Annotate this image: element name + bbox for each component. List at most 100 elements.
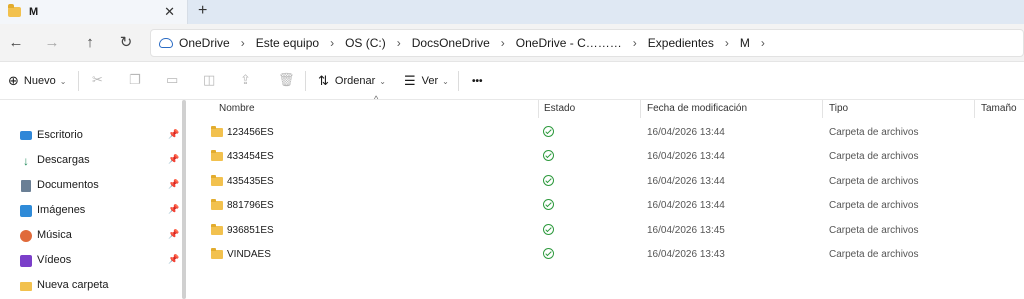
file-date: 16/04/2026 13:44 — [647, 176, 725, 187]
file-type: Carpeta de archivos — [829, 200, 919, 211]
column-header-estado[interactable]: Estado — [544, 103, 575, 114]
table-row[interactable]: 123456ES 16/04/2026 13:44 Carpeta de arc… — [192, 121, 1024, 145]
chevron-right-icon[interactable]: › — [397, 36, 401, 50]
file-type: Carpeta de archivos — [829, 127, 919, 138]
sidebar-item-musica[interactable]: Música 📌 — [0, 225, 182, 247]
table-row[interactable]: 435435ES 16/04/2026 13:44 Carpeta de arc… — [192, 170, 1024, 194]
view-button[interactable]: ☰ Ver ⌄ — [404, 72, 449, 90]
folder-icon — [8, 4, 21, 17]
table-row[interactable]: VINDAES 16/04/2026 13:43 Carpeta de arch… — [192, 243, 1024, 267]
sync-status-check-icon — [543, 175, 554, 186]
onedrive-cloud-icon — [159, 38, 173, 48]
file-name: 936851ES — [227, 225, 274, 236]
view-button-label: Ver — [421, 75, 439, 87]
chevron-right-icon[interactable]: › — [330, 36, 334, 50]
folder-icon — [211, 224, 223, 235]
back-arrow-icon[interactable]: ← — [6, 33, 26, 53]
breadcrumb-onedrive[interactable]: OneDrive — [179, 36, 230, 50]
address-bar[interactable]: OneDrive › Este equipo › OS (C:) › DocsO… — [150, 29, 1024, 57]
file-name: 881796ES — [227, 200, 274, 211]
breadcrumb-expedientes[interactable]: Expedientes — [648, 36, 714, 50]
chevron-right-icon[interactable]: › — [501, 36, 505, 50]
tab-current-folder[interactable]: M ✕ — [0, 0, 188, 24]
pin-icon: 📌 — [168, 229, 180, 239]
table-row[interactable]: 936851ES 16/04/2026 13:45 Carpeta de arc… — [192, 219, 1024, 243]
divider — [458, 71, 459, 91]
sync-status-check-icon — [543, 150, 554, 161]
file-type: Carpeta de archivos — [829, 151, 919, 162]
up-arrow-icon[interactable]: ↑ — [80, 33, 100, 53]
sync-status-check-icon — [543, 199, 554, 210]
column-divider[interactable] — [640, 100, 641, 118]
tab-title: M — [29, 6, 39, 18]
pictures-icon — [20, 205, 32, 217]
pin-icon: 📌 — [168, 129, 180, 139]
tab-bar: M ✕ + — [0, 0, 1024, 24]
folder-icon — [211, 199, 223, 210]
file-date: 16/04/2026 13:44 — [647, 151, 725, 162]
breadcrumb-m[interactable]: M — [740, 36, 750, 50]
view-list-icon: ☰ — [404, 73, 416, 88]
sidebar-item-imagenes[interactable]: Imágenes 📌 — [0, 200, 182, 222]
chevron-down-icon: ⌄ — [379, 76, 386, 86]
breadcrumb-docsonedrive[interactable]: DocsOneDrive — [412, 36, 490, 50]
chevron-right-icon[interactable]: › — [725, 36, 729, 50]
sidebar-scrollbar[interactable] — [182, 100, 186, 299]
copy-icon[interactable]: ❐ — [129, 72, 141, 88]
folder-icon — [211, 248, 223, 259]
sort-button-label: Ordenar — [334, 75, 376, 87]
file-type: Carpeta de archivos — [829, 249, 919, 260]
chevron-down-icon: ⌄ — [442, 76, 449, 86]
delete-icon[interactable]: 🗑 — [278, 72, 295, 88]
paste-icon[interactable]: ▭ — [166, 72, 178, 88]
forward-arrow-icon[interactable]: → — [42, 33, 62, 53]
desktop-icon — [20, 131, 32, 140]
cut-icon[interactable]: ✂ — [92, 72, 103, 88]
pin-icon: 📌 — [168, 204, 180, 214]
new-tab-button[interactable]: + — [198, 2, 207, 20]
sidebar-item-label: Documentos — [37, 179, 99, 191]
chevron-right-icon[interactable]: › — [241, 36, 245, 50]
file-name: 435435ES — [227, 176, 274, 187]
new-button[interactable]: ⊕ Nuevo ⌄ — [8, 72, 66, 90]
sidebar-item-documentos[interactable]: Documentos 📌 — [0, 175, 182, 197]
breadcrumb-onedrive-org[interactable]: OneDrive - C……… — [516, 36, 622, 50]
sort-button[interactable]: ⇅ Ordenar ⌄ — [318, 72, 386, 90]
folder-icon — [211, 126, 223, 137]
chevron-right-icon[interactable]: › — [633, 36, 637, 50]
file-name: VINDAES — [227, 249, 271, 260]
sort-icon: ⇅ — [318, 73, 329, 88]
refresh-icon[interactable]: ↻ — [116, 33, 136, 53]
column-divider[interactable] — [822, 100, 823, 118]
plus-circle-icon: ⊕ — [8, 73, 19, 88]
close-tab-icon[interactable]: ✕ — [164, 4, 175, 20]
pin-icon: 📌 — [168, 154, 180, 164]
column-header-fecha[interactable]: Fecha de modificación — [647, 103, 747, 114]
rename-icon[interactable]: ◫ — [203, 72, 215, 88]
chevron-down-icon: ⌄ — [59, 76, 67, 86]
table-row[interactable]: 881796ES 16/04/2026 13:44 Carpeta de arc… — [192, 194, 1024, 218]
chevron-right-icon[interactable]: › — [761, 36, 765, 50]
column-header-tipo[interactable]: Tipo — [829, 103, 848, 114]
folder-icon — [211, 175, 223, 186]
column-divider[interactable] — [974, 100, 975, 118]
navigation-pane: Escritorio 📌 ↓ Descargas 📌 Documentos 📌 … — [0, 100, 192, 299]
column-header-nombre[interactable]: Nombre — [219, 103, 255, 114]
more-options-button[interactable]: ••• — [472, 72, 483, 90]
sidebar-item-descargas[interactable]: ↓ Descargas 📌 — [0, 150, 182, 172]
breadcrumb-drive-c[interactable]: OS (C:) — [345, 36, 386, 50]
sidebar-item-videos[interactable]: Vídeos 📌 — [0, 250, 182, 272]
pin-icon: 📌 — [168, 179, 180, 189]
sync-status-check-icon — [543, 224, 554, 235]
navigation-bar: ← → ↑ ↻ OneDrive › Este equipo › OS (C:)… — [0, 24, 1024, 62]
share-icon[interactable]: ⇪ — [240, 72, 251, 88]
sidebar-item-escritorio[interactable]: Escritorio 📌 — [0, 125, 182, 147]
breadcrumb-este-equipo[interactable]: Este equipo — [256, 36, 319, 50]
column-header-tamano[interactable]: Tamaño — [981, 103, 1017, 114]
sidebar-item-nueva-carpeta[interactable]: Nueva carpeta — [0, 275, 182, 297]
table-row[interactable]: 433454ES 16/04/2026 13:44 Carpeta de arc… — [192, 145, 1024, 169]
sidebar-item-label: Vídeos — [37, 254, 72, 266]
file-type: Carpeta de archivos — [829, 176, 919, 187]
column-divider[interactable] — [538, 100, 539, 118]
music-icon — [20, 230, 32, 242]
